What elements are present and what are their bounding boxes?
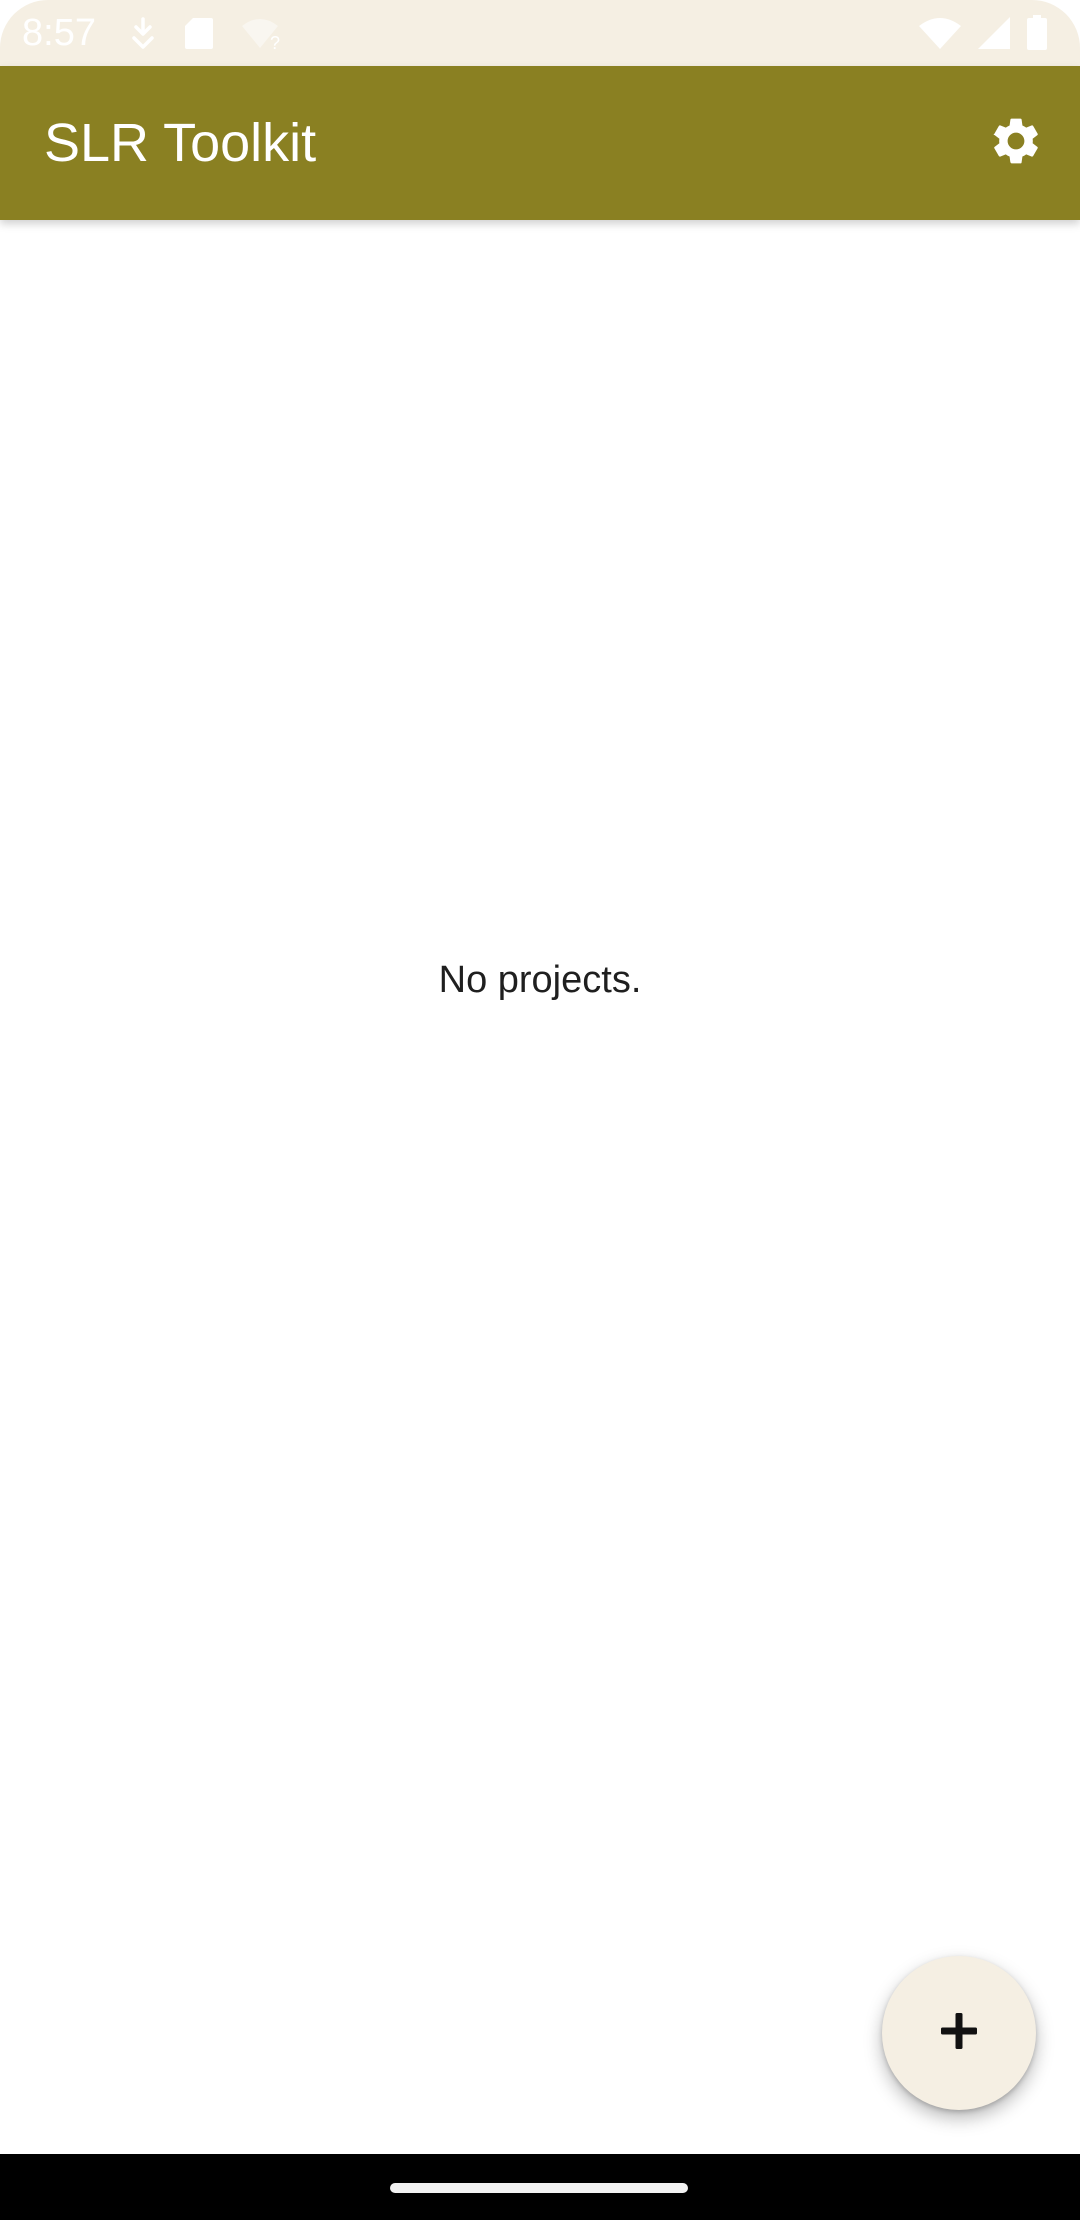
status-right-icons (918, 12, 1048, 54)
wifi-unknown-icon: ? (240, 16, 284, 50)
signal-icon (976, 16, 1012, 50)
settings-button[interactable] (982, 109, 1050, 177)
svg-text:?: ? (270, 33, 280, 50)
empty-projects-message: No projects. (438, 959, 642, 1001)
add-project-button[interactable] (882, 1956, 1036, 2110)
battery-icon (1026, 15, 1048, 51)
sd-card-icon (184, 16, 214, 50)
navigation-bar (0, 2154, 1080, 2220)
app-screen: 8:57 ? SLR Toolkit No projects. (0, 0, 1080, 2220)
plus-icon (939, 2011, 979, 2056)
wifi-icon (918, 16, 962, 50)
status-bar: 8:57 ? (0, 0, 1080, 66)
status-left-icons: ? (128, 12, 284, 54)
app-title: SLR Toolkit (44, 113, 317, 173)
app-bar: SLR Toolkit (0, 66, 1080, 220)
status-time: 8:57 (22, 12, 96, 54)
gear-icon (988, 113, 1044, 174)
home-indicator[interactable] (390, 2183, 688, 2193)
download-icon (128, 16, 158, 50)
